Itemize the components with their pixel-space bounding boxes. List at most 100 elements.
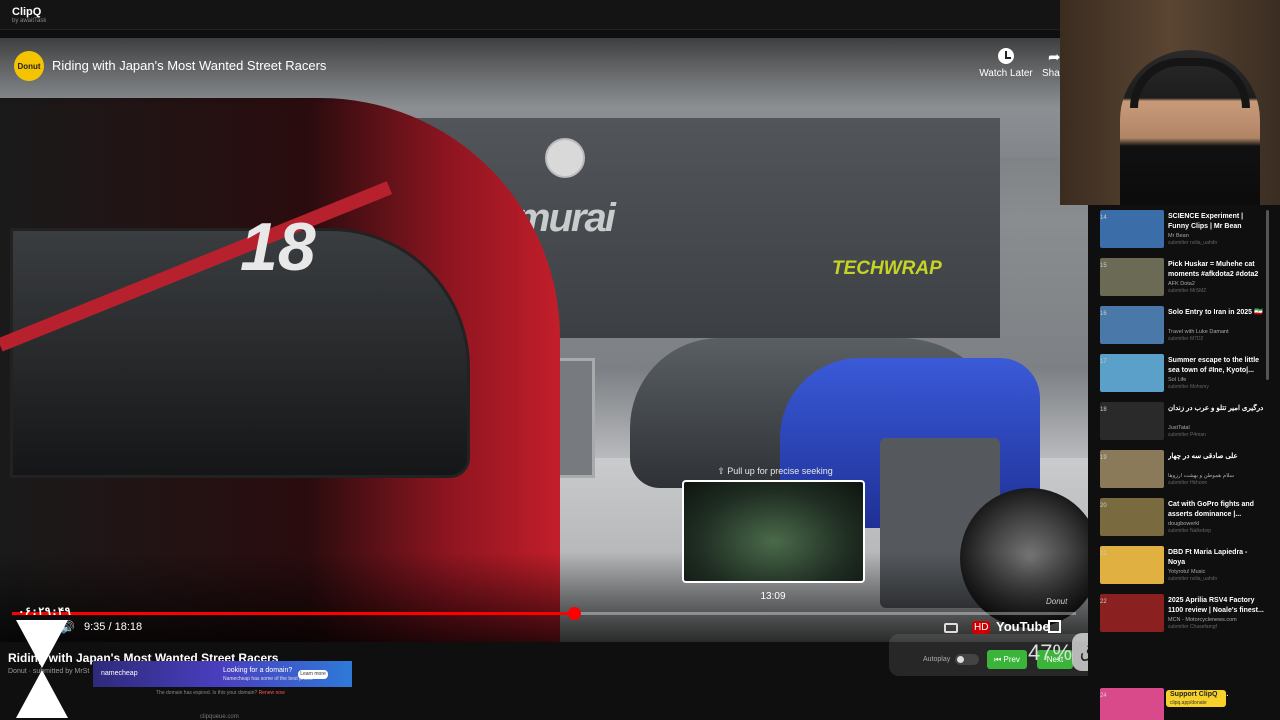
webcam-feed — [1060, 0, 1280, 205]
queue-item[interactable]: 14 SCIENCE Experiment | Funny Clips | Mr … — [1100, 210, 1266, 258]
queue-item[interactable]: 18 درگیری امیر تتلو و عرب در زندان JustTat… — [1100, 402, 1266, 450]
queue-item-title[interactable]: Pick Huskar = Muhehe cat moments #afkdot… — [1168, 260, 1266, 280]
progress-bar[interactable] — [12, 607, 1076, 620]
queue-item-channel: سلام هموطن و بهشت آرزوها — [1168, 473, 1234, 479]
settings-hd-icon[interactable]: HD — [972, 621, 991, 634]
progress-fill — [12, 612, 575, 615]
queue-item-thumbnail[interactable] — [1100, 258, 1164, 296]
site-url: clipqueue.com — [200, 714, 239, 720]
queue-item-title[interactable]: Cat with GoPro fights and asserts domina… — [1168, 500, 1266, 520]
watch-later-label: Watch Later — [979, 68, 1033, 79]
queue-item-number: 22 — [1100, 599, 1107, 605]
queue-item-thumbnail[interactable] — [1100, 594, 1164, 632]
queue-item-channel: Yotyrotu! Music — [1168, 569, 1206, 575]
queue-item[interactable]: 22 2025 Aprilia RSV4 Factory 1100 review … — [1100, 594, 1266, 642]
sidebar-scrollbar[interactable] — [1266, 210, 1269, 380]
queue-item-submitter: submitter Nalkebnp — [1168, 528, 1212, 534]
queue-item-number: 18 — [1100, 407, 1107, 413]
hourglass-icon — [16, 620, 68, 720]
channel-logo[interactable]: Donut — [14, 51, 44, 81]
seek-hint: ⇧ Pull up for precise seeking — [717, 466, 833, 476]
queue-item[interactable]: 21 DBD Ft Maria Lapiedra - Noya Yotyrotu! … — [1100, 546, 1266, 594]
queue-item-number: 20 — [1100, 503, 1107, 509]
queue-item-submitter: submitter Chasefamgf — [1168, 624, 1217, 630]
queue-item[interactable]: 20 Cat with GoPro fights and asserts domi… — [1100, 498, 1266, 546]
scene-clock — [545, 138, 585, 178]
app-tagline: by awaitTask — [12, 18, 47, 24]
queue-item-thumbnail[interactable] — [1100, 498, 1164, 536]
queue-item-thumbnail[interactable] — [1100, 402, 1164, 440]
ad-footer: The domain has expired. Is this your dom… — [156, 690, 285, 696]
queue-item-channel: Mr Bean — [1168, 233, 1189, 239]
seek-preview-time: 13:09 — [760, 591, 786, 602]
queue-item-channel: Sol Life — [1168, 377, 1187, 383]
ad-headline: Looking for a domain? — [223, 667, 293, 674]
prev-button[interactable]: ⏮ Prev — [987, 650, 1027, 669]
ad-renew-link[interactable]: Renew now — [259, 690, 285, 696]
seek-preview-thumbnail — [682, 480, 865, 583]
queue-item-title[interactable]: درگیری امیر تتلو و عرب در زندان — [1168, 404, 1266, 414]
queue-item-submitter: submitter nolia_uahdn — [1168, 576, 1218, 582]
queue-item-thumbnail[interactable] — [1100, 354, 1164, 392]
hourglass-top — [16, 620, 68, 668]
queue-item-submitter: submitter P4man — [1168, 432, 1206, 438]
captions-icon[interactable] — [944, 623, 958, 633]
queue-item[interactable]: 19 علی صادقی سه در چهار سلام هموطن و بهشت … — [1100, 450, 1266, 498]
fullscreen-icon[interactable] — [1048, 620, 1061, 633]
queue-item-title[interactable]: Summer escape to the little sea town of … — [1168, 356, 1266, 376]
queue-item-number: 21 — [1100, 551, 1107, 557]
hourglass-bottom — [16, 670, 68, 718]
queue-item-number: 16 — [1100, 311, 1107, 317]
queue-item-title[interactable]: DBD Ft Maria Lapiedra - Noya — [1168, 548, 1266, 568]
top-bar: ClipQ by awaitTask — [0, 0, 1060, 30]
queue-item-channel: JustTatal — [1168, 425, 1190, 431]
queue-item-thumbnail[interactable] — [1100, 306, 1164, 344]
queue-item-number: 24 — [1100, 693, 1107, 699]
time-display: 9:35 / 18:18 — [84, 621, 143, 633]
queue-item[interactable]: 17 Summer escape to the little sea town o… — [1100, 354, 1266, 402]
queue-item-submitter: submitter MrSMZ — [1168, 288, 1207, 294]
video-player[interactable]: Samurai TECHWRAP 18 — [0, 38, 1088, 642]
queue-item-thumbnail[interactable] — [1100, 450, 1164, 488]
queue-item-number: 15 — [1100, 263, 1107, 269]
ad-cta-button[interactable]: Learn more — [298, 670, 328, 679]
queue-item-title[interactable]: 2025 Aprilia RSV4 Factory 1100 review | … — [1168, 596, 1266, 616]
video-watermark: Donut — [1046, 597, 1068, 606]
queue-item-title[interactable]: SCIENCE Experiment | Funny Clips | Mr Be… — [1168, 212, 1266, 232]
ad-brand: namecheap — [101, 670, 138, 677]
queue-item-number: 19 — [1100, 455, 1107, 461]
queue-item-submitter: submitter M7D2 — [1168, 336, 1204, 342]
queue-item-title[interactable]: علی صادقی سه در چهار — [1168, 452, 1266, 462]
autoplay-label: Autoplay — [923, 656, 951, 663]
queue-item-title[interactable]: Solo Entry to Iran in 2025 🇮🇷 — [1168, 308, 1266, 318]
app-root: ClipQ by awaitTask Samurai TECHWRAP 18 D… — [0, 0, 1280, 720]
queue-item-channel: dougbowerkl — [1168, 521, 1200, 527]
timestamp-overlay: ۰۶:۲۹:۴۹ — [18, 605, 71, 618]
support-url: clipq.app/donate — [1170, 700, 1207, 706]
ad-banner[interactable]: namecheap Looking for a domain? Namechea… — [93, 661, 352, 687]
scene-wall-logo-2: TECHWRAP — [832, 258, 942, 279]
autoplay-toggle[interactable] — [955, 654, 979, 665]
scene-car-number: 18 — [240, 209, 316, 285]
ad-footer-text: The domain has expired. Is this your dom… — [156, 690, 258, 696]
queue-item-thumbnail[interactable] — [1100, 210, 1164, 248]
queue-item-thumbnail[interactable] — [1100, 688, 1164, 720]
queue-item-channel: AFK Dota2 — [1168, 281, 1195, 287]
video-title[interactable]: Riding with Japan's Most Wanted Street R… — [52, 58, 326, 73]
support-label: Support ClipQ — [1170, 691, 1218, 698]
queue-item[interactable]: 16 Solo Entry to Iran in 2025 🇮🇷 Travel wi… — [1100, 306, 1266, 354]
queue-item[interactable]: 15 Pick Huskar = Muhehe cat moments #afkd… — [1100, 258, 1266, 306]
clock-icon — [998, 48, 1014, 64]
queue-item-thumbnail[interactable] — [1100, 546, 1164, 584]
loading-percent: 47% — [1028, 640, 1073, 665]
top-shade — [0, 38, 1088, 108]
queue-item-number: 14 — [1100, 215, 1107, 221]
youtube-logo-button[interactable]: YouTube — [996, 619, 1050, 635]
app-name: ClipQ — [12, 6, 42, 18]
queue-item-submitter: submitter nolia_uahdn — [1168, 240, 1218, 246]
queue-item-channel: MCN - Motorcyclenews.com — [1168, 617, 1237, 623]
queue-item-submitter: submitter Hkhoon — [1168, 480, 1208, 486]
queue-item-submitter: submitter Mohsmy — [1168, 384, 1209, 390]
bottom-shade — [0, 552, 1088, 642]
watch-later-button[interactable]: Watch Later — [978, 48, 1034, 79]
